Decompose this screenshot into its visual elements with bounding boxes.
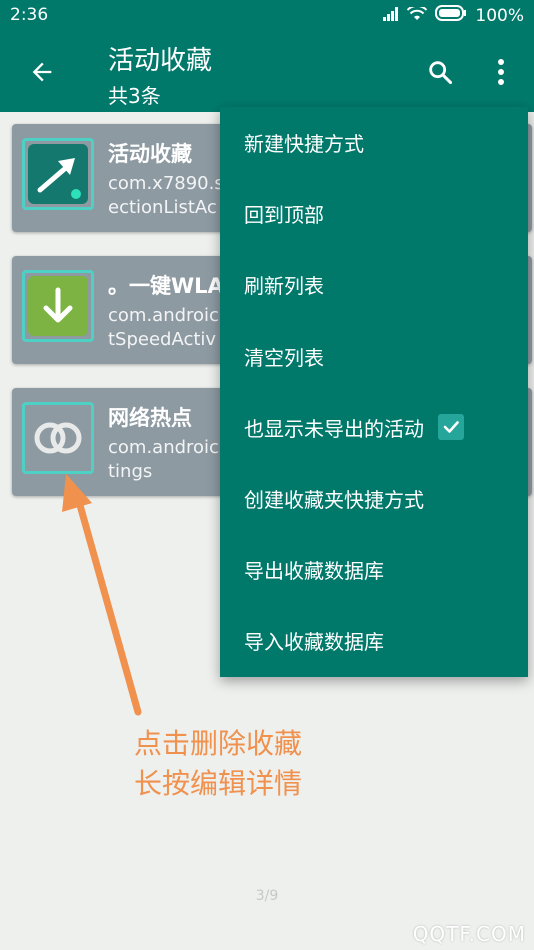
menu-item-label: 回到顶部	[244, 203, 324, 228]
menu-item-refresh-list[interactable]: 刷新列表	[220, 249, 528, 320]
menu-item-new-shortcut[interactable]: 新建快捷方式	[220, 107, 528, 178]
menu-item-label: 创建收藏夹快捷方式	[244, 488, 424, 513]
favorite-item-package-line: com.androic	[108, 305, 219, 326]
page-title: 活动收藏	[108, 46, 213, 76]
menu-item-label: 导入收藏数据库	[244, 630, 384, 655]
more-options-button[interactable]	[484, 52, 518, 92]
menu-item-show-unexported[interactable]: 也显示未导出的活动	[220, 392, 528, 463]
more-vert-icon	[498, 59, 504, 85]
menu-item-scroll-top[interactable]: 回到顶部	[220, 178, 528, 249]
page-indicator: 3/9	[255, 888, 279, 904]
menu-item-clear-list[interactable]: 清空列表	[220, 321, 528, 392]
status-bar: 2:36 100%	[0, 0, 534, 32]
annotation-line: 长按编辑详情	[134, 767, 303, 800]
battery-percent: 100%	[475, 5, 524, 26]
favorite-item-package: com.androic tings	[108, 436, 219, 484]
watermark: QQTF.COM	[412, 922, 526, 946]
back-arrow-icon	[32, 62, 52, 82]
status-time: 2:36	[10, 5, 49, 25]
menu-item-create-folder-shortcut[interactable]: 创建收藏夹快捷方式	[220, 463, 528, 534]
favorite-item-title: 。一键WLA	[108, 274, 224, 298]
battery-icon	[435, 5, 467, 26]
favorite-item-activity-line: tSpeedActiv	[108, 329, 217, 350]
favorite-item-package-line: com.x7890.s	[108, 173, 224, 194]
favorite-item-package: com.androic tSpeedActiv	[108, 304, 219, 352]
search-icon	[429, 61, 453, 85]
favorite-item-package: com.x7890.s ectionListAc	[108, 172, 224, 220]
menu-item-import-db[interactable]: 导入收藏数据库	[220, 605, 528, 676]
favorite-item-icon	[22, 138, 94, 210]
shortcut-arrow-icon	[28, 144, 88, 204]
annotation-text: 点击删除收藏 长按编辑详情	[134, 724, 302, 804]
checkbox[interactable]	[438, 414, 464, 441]
overflow-menu: 新建快捷方式 回到顶部 刷新列表 清空列表 也显示未导出的活动 创建收藏夹快捷方…	[220, 107, 528, 677]
back-button[interactable]	[22, 52, 62, 92]
menu-item-export-db[interactable]: 导出收藏数据库	[220, 534, 528, 605]
menu-item-label: 刷新列表	[244, 274, 324, 299]
favorite-item-title: 活动收藏	[108, 142, 192, 166]
menu-item-label: 导出收藏数据库	[244, 559, 384, 584]
menu-item-label: 也显示未导出的活动	[244, 416, 424, 441]
signal-icon	[383, 6, 399, 26]
page-subtitle: 共3条	[108, 84, 161, 108]
annotation-line: 点击删除收藏	[134, 727, 303, 760]
favorite-item-icon	[22, 402, 94, 474]
download-arrow-icon	[28, 276, 88, 336]
favorite-item-activity-line: ectionListAc	[108, 197, 217, 218]
status-icons: 100%	[383, 4, 524, 26]
search-button[interactable]	[420, 52, 460, 92]
favorite-item-package-line: com.androic	[108, 437, 219, 458]
check-icon	[443, 421, 459, 434]
menu-item-label: 新建快捷方式	[244, 132, 364, 157]
app-bar: 活动收藏 共3条	[0, 32, 534, 112]
favorite-item-activity-line: tings	[108, 461, 153, 482]
favorite-item-title: 网络热点	[108, 406, 192, 430]
wifi-icon	[407, 4, 428, 26]
menu-item-label: 清空列表	[244, 345, 324, 370]
favorite-item-icon	[22, 270, 94, 342]
link-rings-icon	[34, 422, 82, 454]
